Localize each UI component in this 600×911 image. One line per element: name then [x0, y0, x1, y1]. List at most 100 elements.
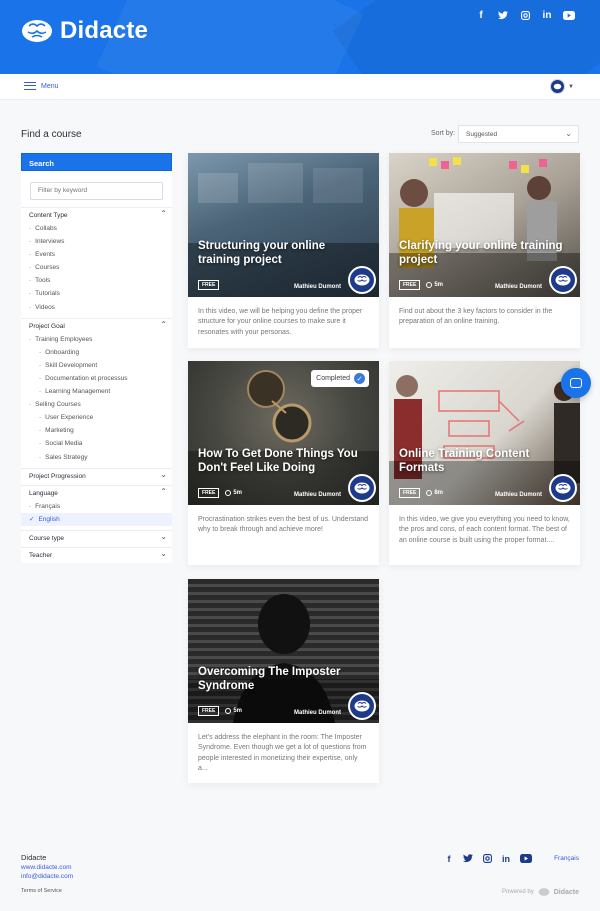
- hamburger-icon: [24, 82, 36, 90]
- chat-button[interactable]: [561, 368, 591, 398]
- filter-title: Content Type: [29, 212, 68, 219]
- author-avatar: [348, 474, 376, 502]
- filter-option[interactable]: - Onboarding: [21, 346, 172, 359]
- filter-option[interactable]: - User Experience: [21, 411, 172, 424]
- course-meta: FREE 5m: [198, 706, 242, 716]
- chevron-up-icon: ⌃: [160, 209, 167, 218]
- chevron-down-icon: ⌄: [160, 548, 167, 558]
- terms-of-service-link[interactable]: Terms of Service: [21, 888, 62, 894]
- course-title: Clarifying your online training project: [399, 240, 563, 266]
- filter-option[interactable]: - Videos: [21, 301, 172, 314]
- youtube-icon[interactable]: [520, 854, 532, 865]
- user-menu-button[interactable]: ▼: [550, 79, 574, 94]
- menu-button[interactable]: Menu: [24, 82, 59, 90]
- twitter-icon[interactable]: [496, 8, 510, 22]
- filter-option[interactable]: - Marketing: [21, 424, 172, 437]
- filter-header-project-progression[interactable]: Project Progression ⌄: [21, 469, 172, 485]
- instagram-icon[interactable]: [482, 854, 492, 865]
- brain-logo-icon: [354, 700, 370, 712]
- filter-section-project-progression: Project Progression ⌄: [21, 467, 172, 485]
- twitter-icon[interactable]: [463, 854, 473, 865]
- author-avatar: [348, 266, 376, 294]
- course-thumbnail: Overcoming The Imposter Syndrome FREE 5m…: [188, 579, 379, 723]
- header-social-links: f in: [474, 8, 576, 22]
- filter-section-course-type: Course type ⌄: [21, 529, 172, 547]
- filter-header-project-goal[interactable]: Project Goal ⌃: [21, 319, 172, 333]
- clock-icon: [426, 490, 433, 496]
- course-meta: FREE 5m: [399, 280, 443, 290]
- avatar: [550, 79, 566, 94]
- filter-header-teacher[interactable]: Teacher ⌄: [21, 548, 172, 563]
- filter-option[interactable]: - Skill Development: [21, 359, 172, 372]
- language-switch[interactable]: Français: [554, 855, 579, 862]
- course-title: How To Get Done Things You Don't Feel Li…: [198, 448, 358, 474]
- course-title: Structuring your online training project: [198, 240, 326, 266]
- filter-header-course-type[interactable]: Course type ⌄: [21, 531, 172, 547]
- clock-icon: [225, 708, 232, 714]
- course-description: In this video, we give you everything yo…: [399, 516, 570, 544]
- free-badge: FREE: [198, 488, 220, 498]
- course-duration: 5m: [225, 708, 242, 714]
- filter-option[interactable]: - Events: [21, 248, 172, 261]
- clock-icon: [225, 490, 232, 496]
- free-badge: FREE: [399, 280, 421, 290]
- chevron-down-icon: ⌄: [160, 469, 167, 479]
- course-description: In this video, we will be helping you de…: [198, 308, 363, 336]
- course-card[interactable]: Clarifying your online training project …: [389, 153, 580, 348]
- filter-option[interactable]: - Interviews: [21, 235, 172, 248]
- site-logo[interactable]: Didacte: [20, 17, 148, 45]
- filter-option[interactable]: - Tools: [21, 274, 172, 287]
- filter-title: Project Progression: [29, 472, 86, 480]
- chevron-up-icon: ⌃: [160, 319, 167, 329]
- course-card[interactable]: Online Training Content Formats FREE 8m …: [389, 361, 580, 565]
- filter-title: Project Goal: [29, 322, 65, 330]
- course-meta: FREE 5m: [198, 488, 242, 498]
- footer-website-link[interactable]: www.didacte.com: [21, 864, 72, 871]
- course-author: Mathieu Dumont: [294, 710, 341, 716]
- filter-header-content-type[interactable]: Content Type ⌃: [21, 208, 172, 222]
- brain-logo-icon: [555, 482, 571, 494]
- filter-option[interactable]: - Training Employees: [21, 333, 172, 346]
- course-card[interactable]: Structuring your online training project…: [188, 153, 379, 348]
- youtube-icon[interactable]: [562, 8, 576, 22]
- course-meta: FREE: [198, 280, 220, 290]
- facebook-icon[interactable]: f: [444, 854, 454, 865]
- filter-option-selected[interactable]: ✓ English: [21, 512, 172, 526]
- brand-name: Didacte: [60, 17, 149, 44]
- course-card[interactable]: Completed ✓ How To Get Done Things You D…: [188, 361, 379, 565]
- course-thumbnail: Online Training Content Formats FREE 8m …: [389, 361, 580, 505]
- filter-option[interactable]: - Tutorials: [21, 287, 172, 300]
- powered-by: Powered by Didacte: [502, 888, 579, 896]
- free-badge: FREE: [198, 280, 220, 290]
- course-author: Mathieu Dumont: [294, 492, 341, 498]
- filter-option[interactable]: - Social Media: [21, 437, 172, 450]
- course-duration: 5m: [225, 490, 242, 496]
- keyword-input[interactable]: [30, 181, 163, 200]
- checkmark-icon: ✓: [354, 373, 365, 384]
- filter-option[interactable]: - Courses: [21, 261, 172, 274]
- course-meta: FREE 8m: [399, 488, 443, 498]
- filter-option[interactable]: - Learning Management: [21, 385, 172, 398]
- search-button[interactable]: Search: [21, 153, 172, 171]
- brain-logo-icon: [354, 482, 370, 494]
- linkedin-icon[interactable]: in: [540, 8, 554, 22]
- filter-option[interactable]: - Français: [21, 500, 172, 513]
- linkedin-icon[interactable]: in: [501, 854, 511, 865]
- facebook-icon[interactable]: f: [474, 8, 488, 22]
- course-card[interactable]: Overcoming The Imposter Syndrome FREE 5m…: [188, 579, 379, 783]
- sort-select[interactable]: Suggested ⌄: [458, 125, 579, 143]
- instagram-icon[interactable]: [518, 8, 532, 22]
- filter-section-content-type: Content Type ⌃ - Collabs - Interviews - Eve…: [21, 207, 172, 314]
- filter-option[interactable]: - Selling Courses: [21, 398, 172, 411]
- filter-option[interactable]: - Collabs: [21, 222, 172, 235]
- filter-section-project-goal: Project Goal ⌃ - Training Employees - Onbo…: [21, 317, 172, 464]
- course-author: Mathieu Dumont: [294, 284, 341, 290]
- filter-option[interactable]: - Sales Strategy: [21, 451, 172, 464]
- filter-section-language: Language ⌃ - Français ✓ English: [21, 484, 172, 526]
- footer-email-link[interactable]: info@didacte.com: [21, 873, 73, 880]
- filter-option[interactable]: - Documentation et processus: [21, 372, 172, 385]
- filter-title: Course type: [29, 534, 65, 542]
- brain-logo-icon: [555, 274, 571, 286]
- filter-header-language[interactable]: Language ⌃: [21, 486, 172, 500]
- course-title: Overcoming The Imposter Syndrome: [198, 666, 341, 692]
